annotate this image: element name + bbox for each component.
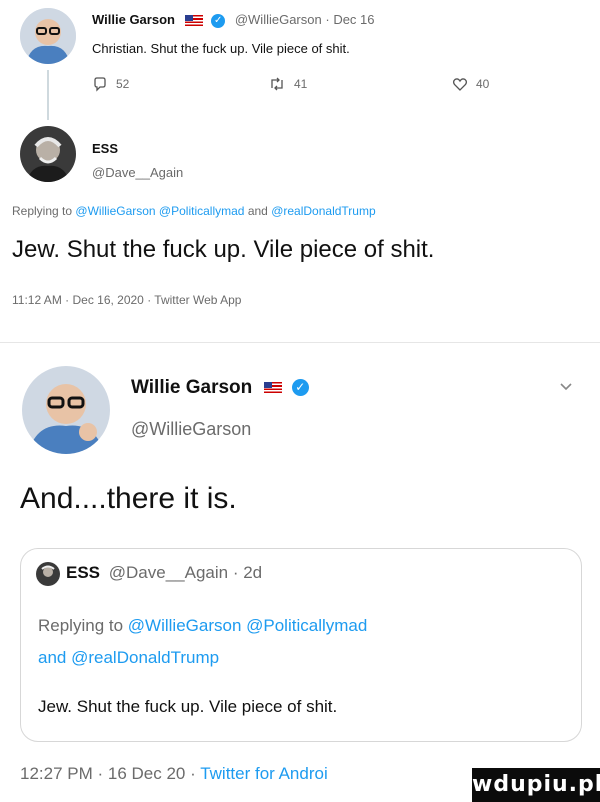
quoted-replying-prefix: Replying to <box>38 616 124 635</box>
tweet3-meta-time[interactable]: 12:27 PM · 16 Dec 20 · <box>20 764 196 783</box>
quoted-name[interactable]: ESS <box>66 563 100 582</box>
quoted-header: ESS @Dave__Again · 2d <box>66 563 262 583</box>
avatar-willie-garson-large[interactable] <box>22 366 110 454</box>
tweet1-date[interactable]: Dec 16 <box>333 12 374 27</box>
reply-count: 52 <box>116 77 130 91</box>
tweet3-text: And....there it is. <box>20 482 237 515</box>
watermark-logo: wdupiu.pl <box>472 768 600 802</box>
tweet1-name[interactable]: Willie Garson <box>92 12 175 27</box>
chevron-down-icon[interactable] <box>558 378 574 394</box>
retweet-icon <box>271 77 283 91</box>
tweet1-handle[interactable]: @WillieGarson <box>235 12 322 27</box>
tweet3-meta-source[interactable]: Twitter for Androi <box>200 764 328 783</box>
replying-and: and <box>247 204 268 218</box>
tweet3-meta: 12:27 PM · 16 Dec 20 · Twitter for Andro… <box>20 764 328 784</box>
verified-icon: ✓ <box>291 379 309 397</box>
like-button[interactable]: 40 <box>452 76 489 92</box>
quoted-replying-last[interactable]: @realDonaldTrump <box>71 648 219 667</box>
flag-icon <box>184 15 203 27</box>
quoted-replying-mentions[interactable]: @WillieGarson @Politicallymad <box>128 616 368 635</box>
replying-prefix: Replying to <box>12 204 73 218</box>
tweet2-replying-to: Replying to @WillieGarson @Politicallyma… <box>12 204 376 218</box>
tweet1-header: Willie Garson ✓ @WillieGarson · Dec 16 <box>92 12 375 28</box>
heart-icon <box>452 78 468 91</box>
avatar-ess[interactable] <box>20 126 76 182</box>
tweet2-text: Jew. Shut the fuck up. Vile piece of shi… <box>12 236 435 263</box>
quoted-replying-and: and <box>38 648 67 667</box>
like-count: 40 <box>476 77 490 91</box>
quoted-handle-time[interactable]: @Dave__Again · 2d <box>109 563 262 582</box>
retweet-button[interactable]: 41 <box>268 76 307 92</box>
tweet3-header: Willie Garson ✓ <box>131 377 309 399</box>
reply-icon <box>94 77 106 92</box>
tweet2-meta[interactable]: 11:12 AM · Dec 16, 2020 · Twitter Web Ap… <box>12 293 241 307</box>
replying-last-mention[interactable]: @realDonaldTrump <box>271 204 375 218</box>
verified-icon: ✓ <box>211 13 226 28</box>
retweet-count: 41 <box>294 77 308 91</box>
avatar-ess-small[interactable] <box>36 562 60 586</box>
avatar-willie-garson[interactable] <box>20 8 76 64</box>
tweet1-text: Christian. Shut the fuck up. Vile piece … <box>92 41 350 56</box>
divider <box>0 342 600 343</box>
replying-mentions[interactable]: @WillieGarson @Politicallymad <box>75 204 244 218</box>
quoted-replying-to: Replying to @WillieGarson @Politicallyma… <box>38 610 558 674</box>
thread-line <box>47 70 49 120</box>
flag-icon <box>263 382 282 394</box>
tweet3-name[interactable]: Willie Garson <box>131 377 252 398</box>
tweet2-name[interactable]: ESS <box>92 141 118 156</box>
reply-button[interactable]: 52 <box>92 76 129 92</box>
quoted-text: Jew. Shut the fuck up. Vile piece of shi… <box>38 697 338 716</box>
tweet3-handle[interactable]: @WillieGarson <box>131 419 251 440</box>
tweet2-handle[interactable]: @Dave__Again <box>92 165 183 180</box>
